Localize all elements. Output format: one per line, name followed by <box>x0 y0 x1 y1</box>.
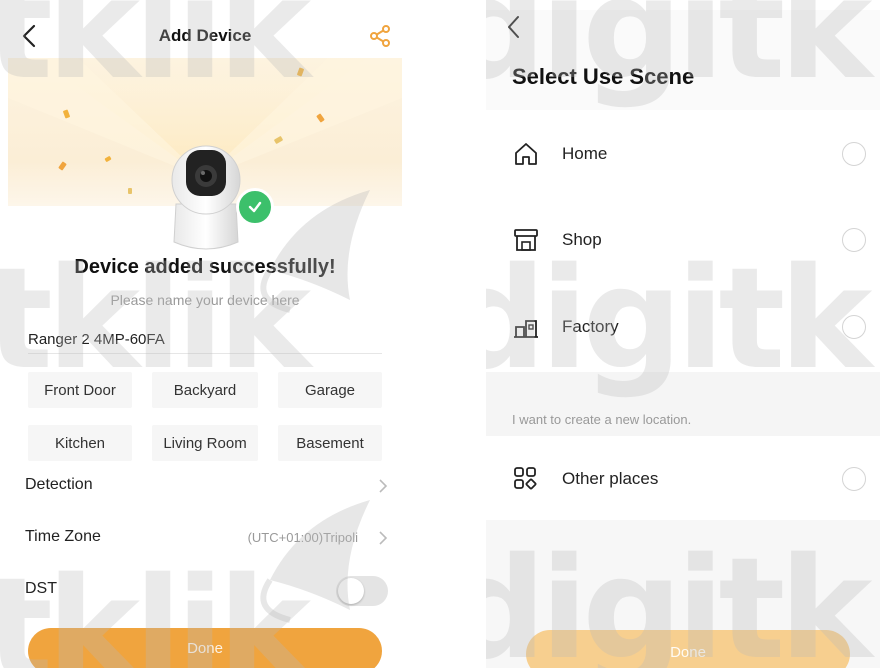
done-button[interactable]: Done <box>28 628 382 668</box>
scene-option-factory[interactable]: Factory <box>486 305 880 349</box>
name-chip-kitchen[interactable]: Kitchen <box>28 425 132 461</box>
detection-row[interactable]: Detection <box>0 466 410 506</box>
home-icon <box>515 143 537 165</box>
device-name-input[interactable] <box>28 326 382 354</box>
done-button[interactable]: Done <box>526 630 850 668</box>
shop-icon <box>514 229 538 251</box>
scene-radio[interactable] <box>842 467 866 491</box>
scene-option-label: Factory <box>562 317 619 336</box>
scene-option-label: Shop <box>562 230 602 249</box>
name-chip-basement[interactable]: Basement <box>278 425 382 461</box>
factory-icon <box>514 320 538 338</box>
scene-option-shop[interactable]: Shop <box>486 218 880 262</box>
detection-label: Detection <box>25 476 93 493</box>
select-use-scene-screen: Select Use Scene Home Shop Factory I wan… <box>486 0 880 668</box>
scene-option-other-places[interactable]: Other places <box>486 457 880 501</box>
grid-icon <box>514 467 537 490</box>
chevron-right-icon <box>379 479 388 493</box>
name-chip-garage[interactable]: Garage <box>278 372 382 408</box>
camera-device-image <box>171 145 241 250</box>
dst-toggle[interactable] <box>336 576 388 606</box>
page-title: Select Use Scene <box>512 64 695 89</box>
name-chip-living-room[interactable]: Living Room <box>152 425 258 461</box>
scene-radio[interactable] <box>842 228 866 252</box>
page-title: Add Device <box>158 26 252 45</box>
scene-option-label: Home <box>562 144 608 163</box>
nav-bar: Add Device <box>0 14 410 58</box>
header-background <box>486 10 880 110</box>
success-message: Device added successfully! <box>74 256 336 278</box>
time-zone-row[interactable]: Time Zone (UTC+01:00)Tripoli <box>0 518 410 558</box>
time-zone-label: Time Zone <box>25 528 101 545</box>
scene-radio[interactable] <box>842 142 866 166</box>
name-chip-front-door[interactable]: Front Door <box>28 372 132 408</box>
toggle-knob <box>338 578 364 604</box>
time-zone-value: (UTC+01:00)Tripoli <box>247 530 358 545</box>
new-location-hint: I want to create a new location. <box>512 412 692 427</box>
name-chip-backyard[interactable]: Backyard <box>152 372 258 408</box>
scene-option-label: Other places <box>562 469 659 488</box>
dst-label: DST <box>25 580 57 597</box>
add-device-screen: Add Device Device added successfully! Pl… <box>0 0 410 668</box>
name-hint: Please name your device here <box>110 292 300 308</box>
confetti-piece <box>128 188 132 194</box>
share-icon[interactable] <box>368 24 392 48</box>
scene-option-home[interactable]: Home <box>486 132 880 176</box>
chevron-right-icon <box>379 531 388 545</box>
scene-radio[interactable] <box>842 315 866 339</box>
back-arrow-icon[interactable] <box>506 14 522 40</box>
success-check-icon <box>236 188 274 226</box>
